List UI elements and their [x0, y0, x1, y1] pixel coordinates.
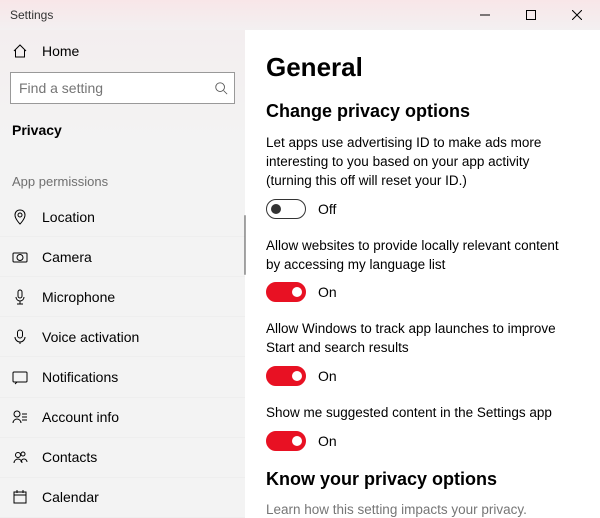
app-title: Settings	[0, 8, 53, 22]
home-button[interactable]: Home	[0, 30, 245, 72]
minimize-button[interactable]	[462, 0, 508, 30]
option-text: Allow websites to provide locally releva…	[266, 237, 576, 275]
option-text: Let apps use advertising ID to make ads …	[266, 134, 576, 191]
main-content: General Change privacy options Let apps …	[246, 30, 600, 518]
sidebar-item-location[interactable]: Location	[0, 197, 245, 237]
sidebar-item-notifications[interactable]: Notifications	[0, 357, 245, 397]
contacts-icon	[12, 449, 28, 465]
voice-activation-icon	[12, 329, 28, 345]
camera-icon	[12, 249, 28, 265]
home-label: Home	[42, 43, 79, 59]
sidebar-item-calendar[interactable]: Calendar	[0, 478, 245, 518]
sidebar-item-label: Voice activation	[42, 329, 139, 345]
calendar-icon	[12, 489, 28, 505]
sidebar-item-camera[interactable]: Camera	[0, 237, 245, 277]
sidebar-item-account-info[interactable]: Account info	[0, 398, 245, 438]
toggle-state-label: On	[318, 284, 337, 300]
maximize-icon	[526, 10, 536, 20]
sidebar: Home Privacy App permissions Location	[0, 30, 245, 518]
search-box[interactable]	[10, 72, 235, 104]
search-input[interactable]	[11, 73, 208, 103]
sidebar-item-label: Contacts	[42, 449, 97, 465]
know-heading: Know your privacy options	[266, 469, 576, 490]
home-icon	[12, 43, 28, 59]
search-icon	[208, 81, 234, 95]
sidebar-item-label: Microphone	[42, 289, 115, 305]
privacy-options-heading: Change privacy options	[266, 101, 576, 122]
account-info-icon	[12, 409, 28, 425]
toggle-state-label: On	[318, 368, 337, 384]
know-subtext: Learn how this setting impacts your priv…	[266, 502, 576, 517]
option-text: Show me suggested content in the Setting…	[266, 404, 576, 423]
close-button[interactable]	[554, 0, 600, 30]
microphone-icon	[12, 289, 28, 305]
sidebar-item-voice-activation[interactable]: Voice activation	[0, 317, 245, 357]
language-list-toggle[interactable]	[266, 282, 306, 302]
sidebar-item-label: Camera	[42, 249, 92, 265]
toggle-state-label: On	[318, 433, 337, 449]
scroll-indicator	[245, 30, 246, 518]
sidebar-item-label: Account info	[42, 409, 119, 425]
minimize-icon	[480, 10, 490, 20]
sidebar-item-label: Location	[42, 209, 95, 225]
option-text: Allow Windows to track app launches to i…	[266, 320, 576, 358]
suggested-content-toggle[interactable]	[266, 431, 306, 451]
close-icon	[572, 10, 582, 20]
app-permissions-label: App permissions	[0, 156, 245, 197]
sidebar-item-contacts[interactable]: Contacts	[0, 438, 245, 478]
app-launches-toggle[interactable]	[266, 366, 306, 386]
sidebar-item-label: Notifications	[42, 369, 118, 385]
notifications-icon	[12, 369, 28, 385]
maximize-button[interactable]	[508, 0, 554, 30]
page-title: General	[266, 52, 576, 83]
toggle-state-label: Off	[318, 201, 336, 217]
advertising-id-toggle[interactable]	[266, 199, 306, 219]
location-icon	[12, 209, 28, 225]
current-category: Privacy	[0, 114, 245, 156]
sidebar-item-microphone[interactable]: Microphone	[0, 277, 245, 317]
sidebar-item-label: Calendar	[42, 489, 99, 505]
titlebar: Settings	[0, 0, 600, 30]
